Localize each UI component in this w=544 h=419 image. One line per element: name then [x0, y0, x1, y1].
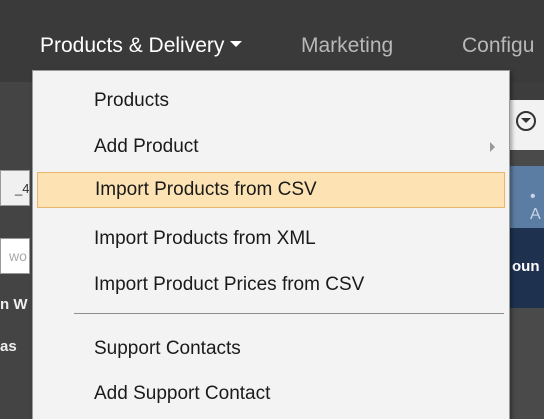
left-input-field[interactable]: _46: [0, 170, 30, 206]
nav-marketing[interactable]: Marketing: [301, 33, 393, 59]
submenu-arrow-icon: [490, 142, 495, 152]
caret-down-icon: [230, 41, 243, 48]
menu-item-label: Support Contacts: [94, 338, 241, 359]
right-header-text: oun: [512, 258, 540, 275]
menu-item-products[interactable]: Products: [33, 83, 509, 119]
menu-item-label: Import Products from CSV: [95, 179, 317, 200]
menu-item-label: Import Product Prices from CSV: [94, 274, 365, 295]
products-delivery-menu: Products Add Product Import Products fro…: [32, 70, 510, 419]
left-label-2: as: [0, 338, 17, 355]
menu-item-support-contacts[interactable]: Support Contacts: [33, 331, 509, 367]
menu-item-add-product[interactable]: Add Product: [33, 129, 509, 165]
menu-item-label: Products: [94, 90, 169, 111]
menu-item-import-products-csv[interactable]: Import Products from CSV: [37, 172, 505, 208]
menu-item-import-prices-csv[interactable]: Import Product Prices from CSV: [33, 267, 509, 303]
left-search-field[interactable]: wo: [0, 238, 30, 274]
nav-configure[interactable]: Configu: [462, 33, 534, 59]
right-strip-text: • A: [530, 188, 541, 223]
dropdown-circle-icon[interactable]: [516, 111, 536, 131]
menu-item-import-products-xml[interactable]: Import Products from XML: [33, 221, 509, 257]
menu-separator: [74, 313, 504, 314]
left-input-value: _46: [15, 181, 30, 196]
left-search-placeholder: wo: [9, 248, 27, 264]
left-label-1: n W: [0, 296, 28, 313]
menu-item-add-support-contact[interactable]: Add Support Contact: [33, 376, 509, 412]
menu-item-label: Add Support Contact: [94, 383, 271, 404]
right-table-header: oun: [510, 228, 544, 308]
menu-item-label: Add Product: [94, 136, 199, 157]
nav-products-delivery-label: Products & Delivery: [40, 34, 225, 57]
menu-item-label: Import Products from XML: [94, 228, 316, 249]
nav-products-delivery[interactable]: Products & Delivery: [40, 33, 243, 59]
right-toolbar-strip: • A: [510, 166, 544, 228]
app-frame: _46 wo n W as • A oun Products & Deliver…: [0, 0, 544, 419]
